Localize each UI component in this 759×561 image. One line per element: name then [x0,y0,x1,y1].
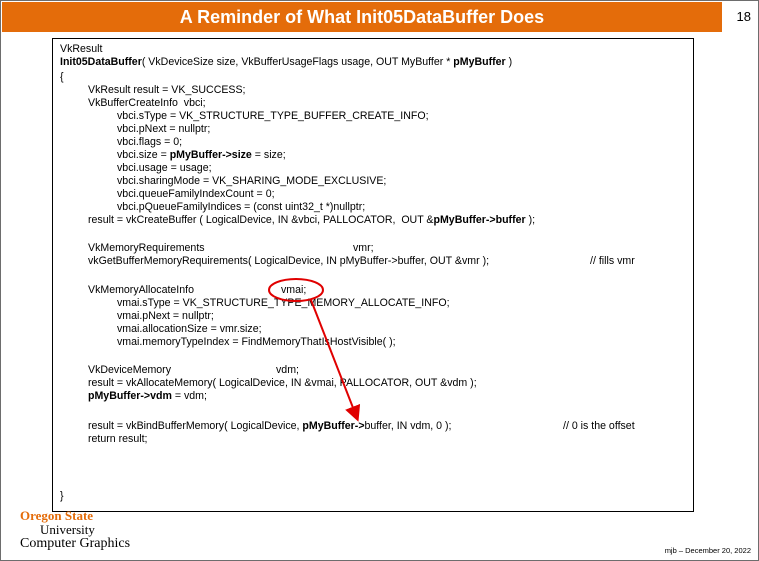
logo-line-3: Computer Graphics [20,536,131,551]
annotation-arrow [310,299,361,422]
highlight-ellipse [268,278,324,302]
footer-text: mjb – December 20, 2022 [664,546,751,555]
annotation-overlay [268,278,361,422]
logo-line-2: University [40,522,95,537]
university-logo: Oregon State University Computer Graphic… [20,509,130,551]
logo-line-1: Oregon State [20,508,94,523]
